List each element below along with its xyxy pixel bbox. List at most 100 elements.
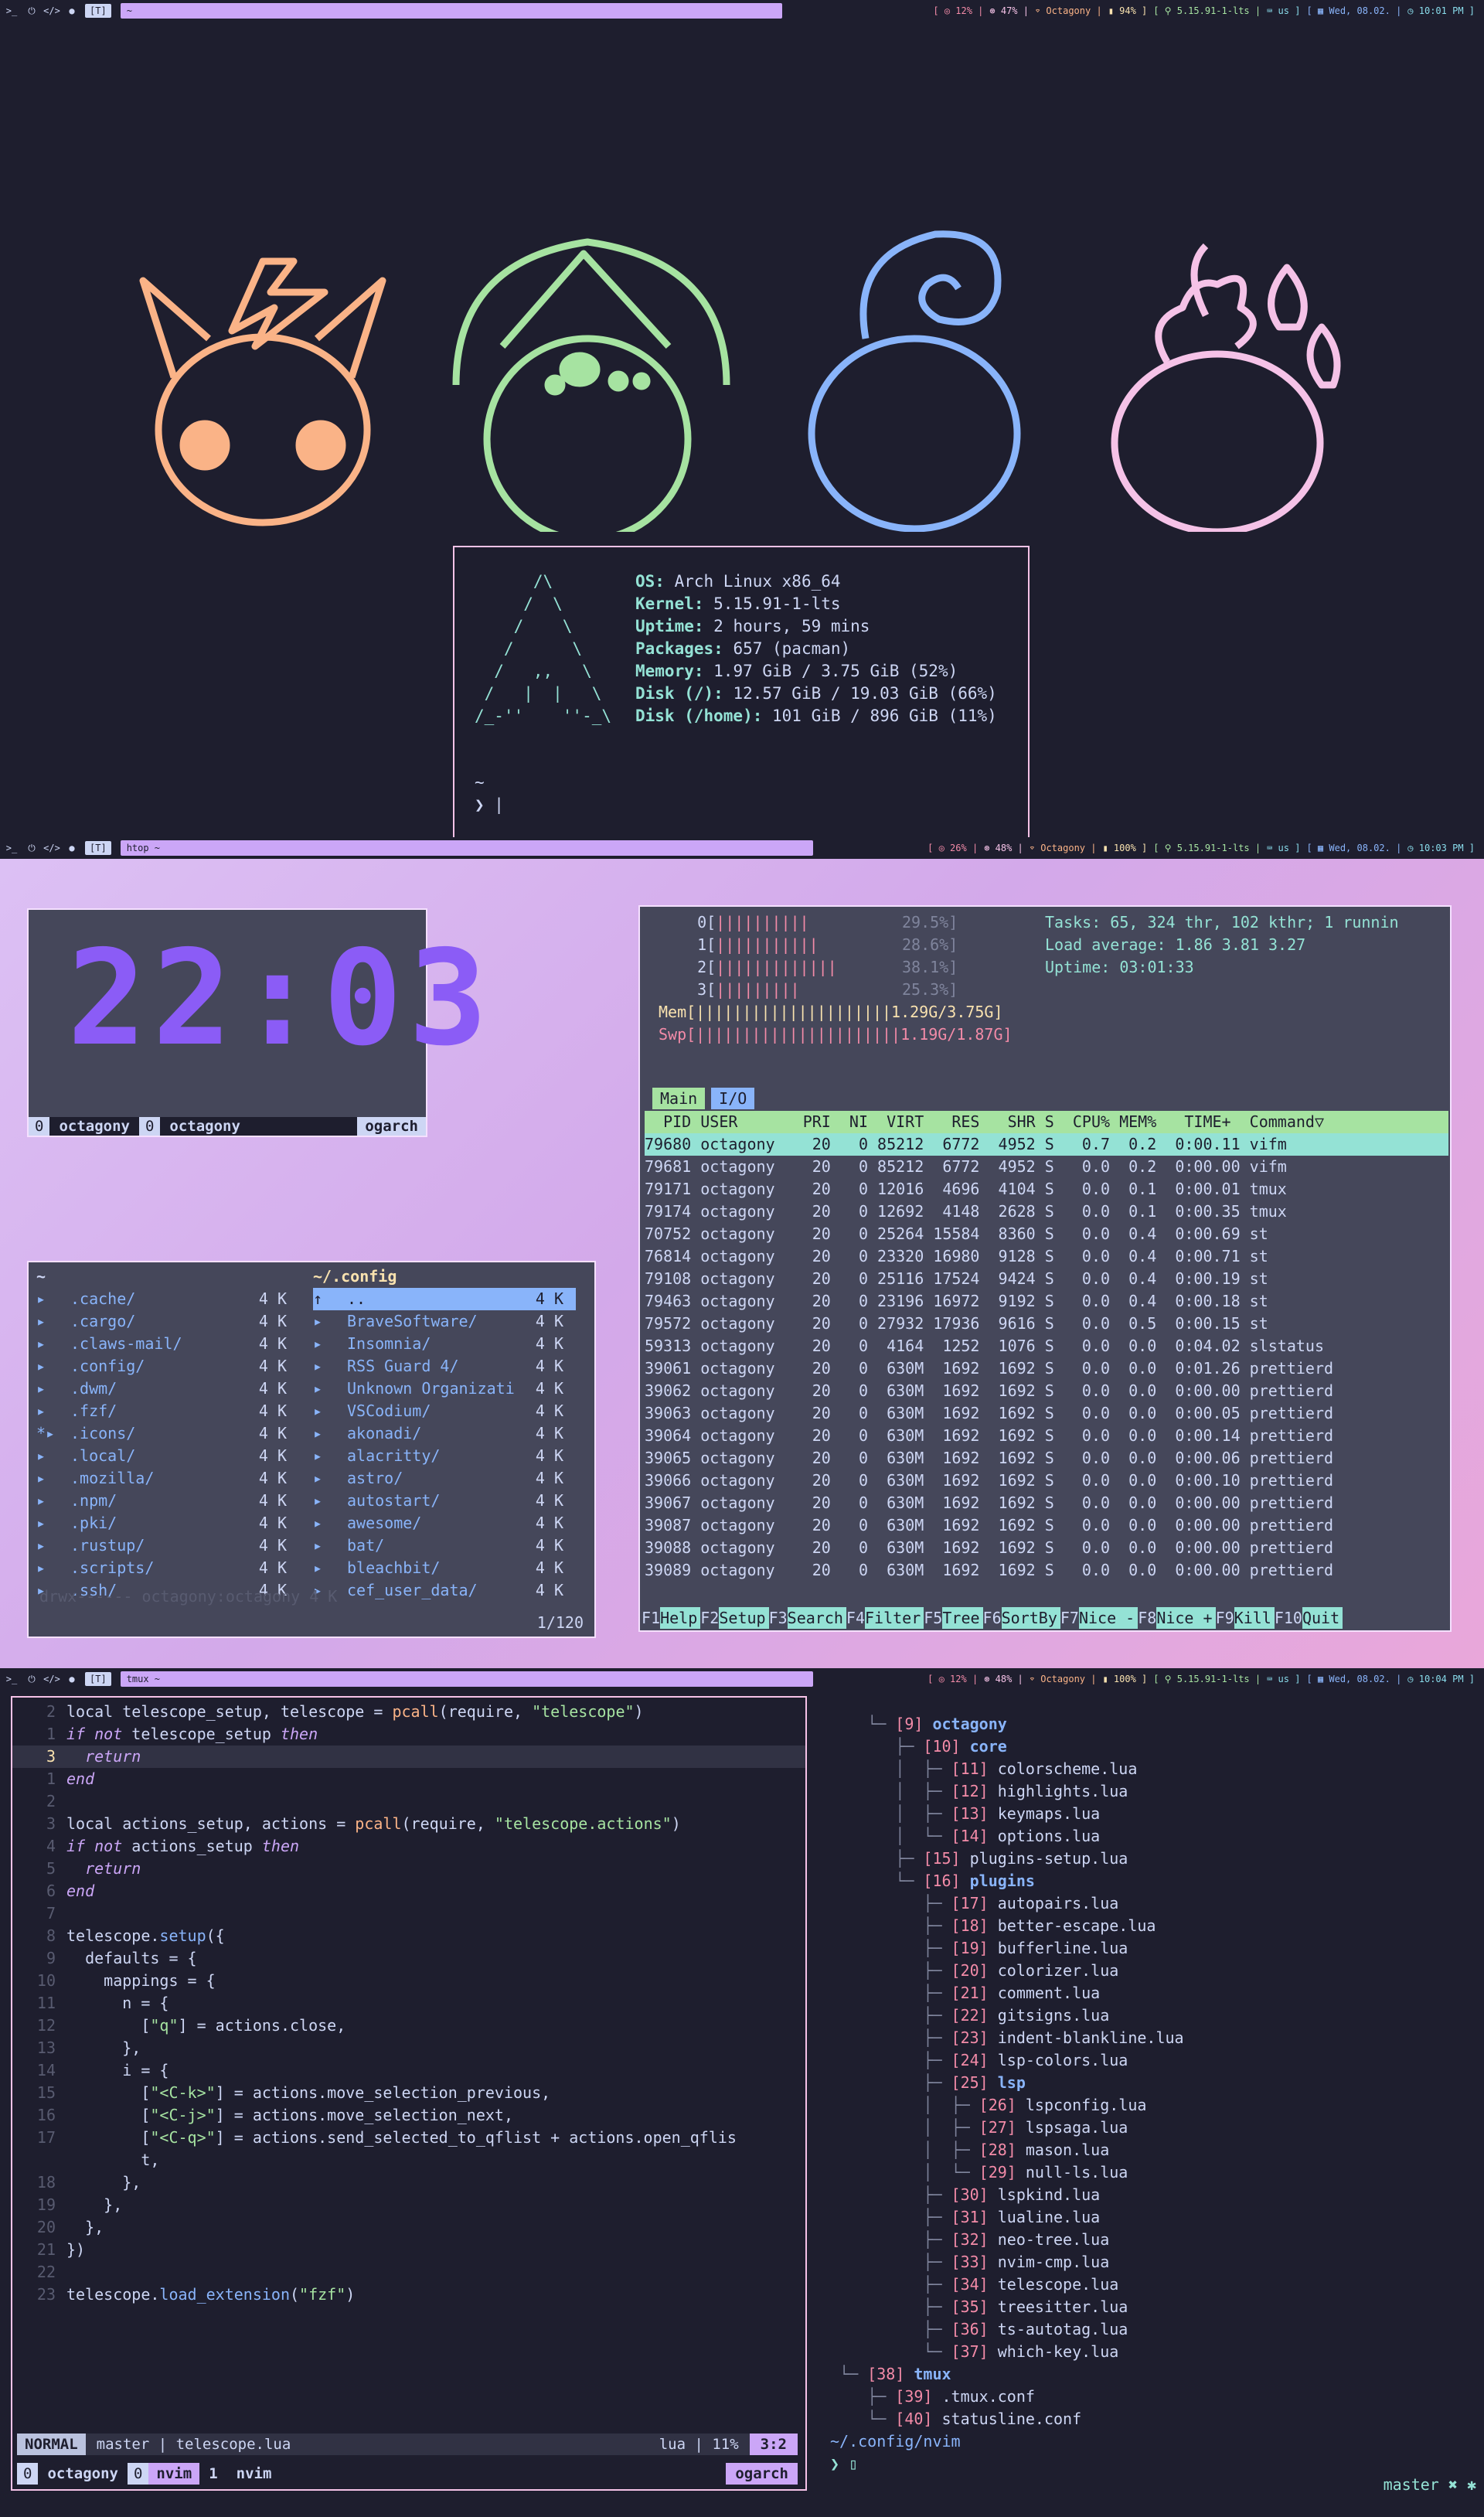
code-line[interactable]: 18 }, [12,2171,805,2194]
neovim-editor[interactable]: 2 local telescope_setup, telescope = pcal… [11,1696,807,2491]
file-tree-terminal[interactable]: └─ [9] octagony ├─ [10] core │ ├─ [11] c… [830,1713,1479,2517]
list-item[interactable]: ▸ .pki/4 K [36,1512,299,1534]
code-line[interactable]: 15 ["<C-k>"] = actions.move_selection_pr… [12,2082,805,2104]
list-item[interactable]: ▸ bat/4 K [313,1534,576,1557]
list-item[interactable]: ▸ Unknown Organizati 4 K [313,1378,576,1400]
table-row[interactable]: 79463 octagony 20 0 23196 16972 9192 S 0… [645,1290,1448,1313]
table-row[interactable]: 39088 octagony 20 0 630M 1692 1692 S 0.0… [645,1537,1448,1559]
table-row[interactable]: 39063 octagony 20 0 630M 1692 1692 S 0.0… [645,1402,1448,1425]
fkey-f1[interactable]: F1 [642,1607,660,1629]
list-item[interactable]: ▸ .config/4 K [36,1355,299,1378]
table-row[interactable]: 70752 octagony 20 0 25264 15584 8360 S 0… [645,1223,1448,1245]
list-item[interactable]: ▸ akonadi/4 K [313,1422,576,1445]
list-item[interactable]: ▸ .dwm/4 K [36,1378,299,1400]
table-row[interactable]: 79108 octagony 20 0 25116 17524 9424 S 0… [645,1268,1448,1290]
terminal-icon[interactable]: >_ [3,840,20,856]
code-line[interactable]: 16 ["<C-j>"] = actions.move_selection_ne… [12,2104,805,2127]
code-line[interactable]: 11 n = { [12,1992,805,2015]
power-icon[interactable]: ⏻ [23,840,40,856]
fkey-f8[interactable]: F8 [1138,1607,1156,1629]
list-item[interactable]: ▸ .cargo/4 K [36,1310,299,1333]
layout-tag[interactable]: [T] [85,841,111,855]
process-table-header[interactable]: PID USER PRI NI VIRT RES SHR S CPU% MEM%… [645,1111,1448,1133]
fkey-f9[interactable]: F9 [1216,1607,1234,1629]
fkey-f4[interactable]: F4 [846,1607,865,1629]
list-item[interactable]: ▸ astro/4 K [313,1467,576,1490]
list-item[interactable]: ▸ autostart/4 K [313,1490,576,1512]
code-buffer[interactable]: 2 local telescope_setup, telescope = pcal… [12,1701,805,2306]
window-active[interactable]: nvim [148,2463,200,2485]
shell-prompt[interactable]: ❯ ▯ [830,2453,1479,2475]
fkey-label[interactable]: Filter [865,1607,924,1629]
record-icon[interactable]: ● [63,1671,80,1687]
code-line[interactable]: 5 return [12,1858,805,1880]
fkey-label[interactable]: Nice + [1156,1607,1216,1629]
fkey-f7[interactable]: F7 [1060,1607,1079,1629]
table-row[interactable]: 79171 octagony 20 0 12016 4696 4104 S 0.… [645,1178,1448,1201]
fkey-label[interactable]: Search [787,1607,846,1629]
list-item[interactable]: ▸ awesome/4 K [313,1512,576,1534]
table-row[interactable]: 59313 octagony 20 0 4164 1252 1076 S 0.0… [645,1335,1448,1357]
table-row[interactable]: 79680 octagony 20 0 85212 6772 4952 S 0.… [645,1133,1448,1156]
list-item[interactable]: ▸ .mozilla/4 K [36,1467,299,1490]
code-line[interactable]: 20 }, [12,2216,805,2239]
list-item[interactable]: ▸ .scripts/4 K [36,1557,299,1579]
code-icon[interactable]: </> [43,3,60,19]
tab-io[interactable]: I/O [711,1088,755,1109]
htop-terminal[interactable]: 0[|||||||||| 29.5%] 1[||||||||||| 28.6%]… [638,905,1452,1632]
code-line[interactable]: 9 defaults = { [12,1947,805,1970]
list-item[interactable]: *▸ .icons/4 K [36,1422,299,1445]
record-icon[interactable]: ● [63,840,80,856]
record-icon[interactable]: ● [63,3,80,19]
terminal-icon[interactable]: >_ [3,3,20,19]
list-item[interactable]: ▸ Insomnia/4 K [313,1333,576,1355]
code-line[interactable]: 12 ["q"] = actions.close, [12,2015,805,2037]
table-row[interactable]: 39062 octagony 20 0 630M 1692 1692 S 0.0… [645,1380,1448,1402]
code-line[interactable]: 3 local actions_setup, actions = pcall(re… [12,1813,805,1835]
list-item[interactable]: ▸ .fzf/4 K [36,1400,299,1422]
code-line[interactable]: 1 end [12,1768,805,1790]
power-icon[interactable]: ⏻ [23,3,40,19]
fkey-f5[interactable]: F5 [924,1607,942,1629]
table-row[interactable]: 76814 octagony 20 0 23320 16980 9128 S 0… [645,1245,1448,1268]
table-row[interactable]: 39061 octagony 20 0 630M 1692 1692 S 0.0… [645,1357,1448,1380]
fastfetch-terminal[interactable]: /\ / \ / \ / \ / ,, \ / | | \ /_-'' ''-_… [453,546,1030,840]
list-item[interactable]: ▸ bleachbit/4 K [313,1557,576,1579]
fkey-label[interactable]: Help [660,1607,701,1629]
vifm-left-pane[interactable]: ~ ▸ .cache/4 K ▸ .cargo/4 K ▸ .claws-mai… [36,1265,299,1602]
code-line[interactable]: 2 local telescope_setup, telescope = pcal… [12,1701,805,1723]
clock-terminal[interactable]: 22:03 0 octagony 0 octagony ogarch [27,908,488,1137]
code-icon[interactable]: </> [43,840,60,856]
code-line[interactable]: 10 mappings = { [12,1970,805,1992]
list-item[interactable]: ▸ .claws-mail/4 K [36,1333,299,1355]
table-row[interactable]: 39087 octagony 20 0 630M 1692 1692 S 0.0… [645,1514,1448,1537]
fkey-f10[interactable]: F10 [1275,1607,1302,1629]
table-row[interactable]: 39067 octagony 20 0 630M 1692 1692 S 0.0… [645,1492,1448,1514]
table-row[interactable]: 39064 octagony 20 0 630M 1692 1692 S 0.0… [645,1425,1448,1447]
table-row[interactable]: 79681 octagony 20 0 85212 6772 4952 S 0.… [645,1156,1448,1178]
list-item[interactable]: ▸ cef_user_data/4 K [313,1579,576,1602]
window-name[interactable]: nvim [227,2465,281,2482]
table-row[interactable]: 39089 octagony 20 0 630M 1692 1692 S 0.0… [645,1559,1448,1582]
code-line[interactable]: 1 if not telescope_setup then [12,1723,805,1746]
fkey-f2[interactable]: F2 [700,1607,719,1629]
list-item[interactable]: ▸ VSCodium/4 K [313,1400,576,1422]
tab-main[interactable]: Main [652,1088,706,1109]
list-item[interactable]: ▸ RSS Guard 4/4 K [313,1355,576,1378]
list-item[interactable]: ▸ .local/4 K [36,1445,299,1467]
list-item[interactable]: ▸ .rustup/4 K [36,1534,299,1557]
vifm-file-manager[interactable]: ~ ▸ .cache/4 K ▸ .cargo/4 K ▸ .claws-mai… [27,1261,596,1638]
code-line[interactable]: 21}) [12,2239,805,2261]
vifm-right-pane[interactable]: ~/.config ↑ .. 4 K ▸ BraveSoftware/4 K ▸ I… [313,1265,576,1602]
power-icon[interactable]: ⏻ [23,1671,40,1687]
fkey-label[interactable]: SortBy [1001,1607,1060,1629]
table-row[interactable]: 79572 octagony 20 0 27932 17936 9616 S 0… [645,1313,1448,1335]
code-line[interactable]: t, [12,2149,805,2171]
fkey-label[interactable]: Quit [1302,1607,1343,1629]
table-row[interactable]: 39065 octagony 20 0 630M 1692 1692 S 0.0… [645,1447,1448,1470]
fkey-f3[interactable]: F3 [769,1607,788,1629]
fkey-label[interactable]: Setup [719,1607,769,1629]
code-line[interactable]: 6 end [12,1880,805,1902]
code-icon[interactable]: </> [43,1671,60,1687]
code-line[interactable]: 22 [12,2261,805,2284]
